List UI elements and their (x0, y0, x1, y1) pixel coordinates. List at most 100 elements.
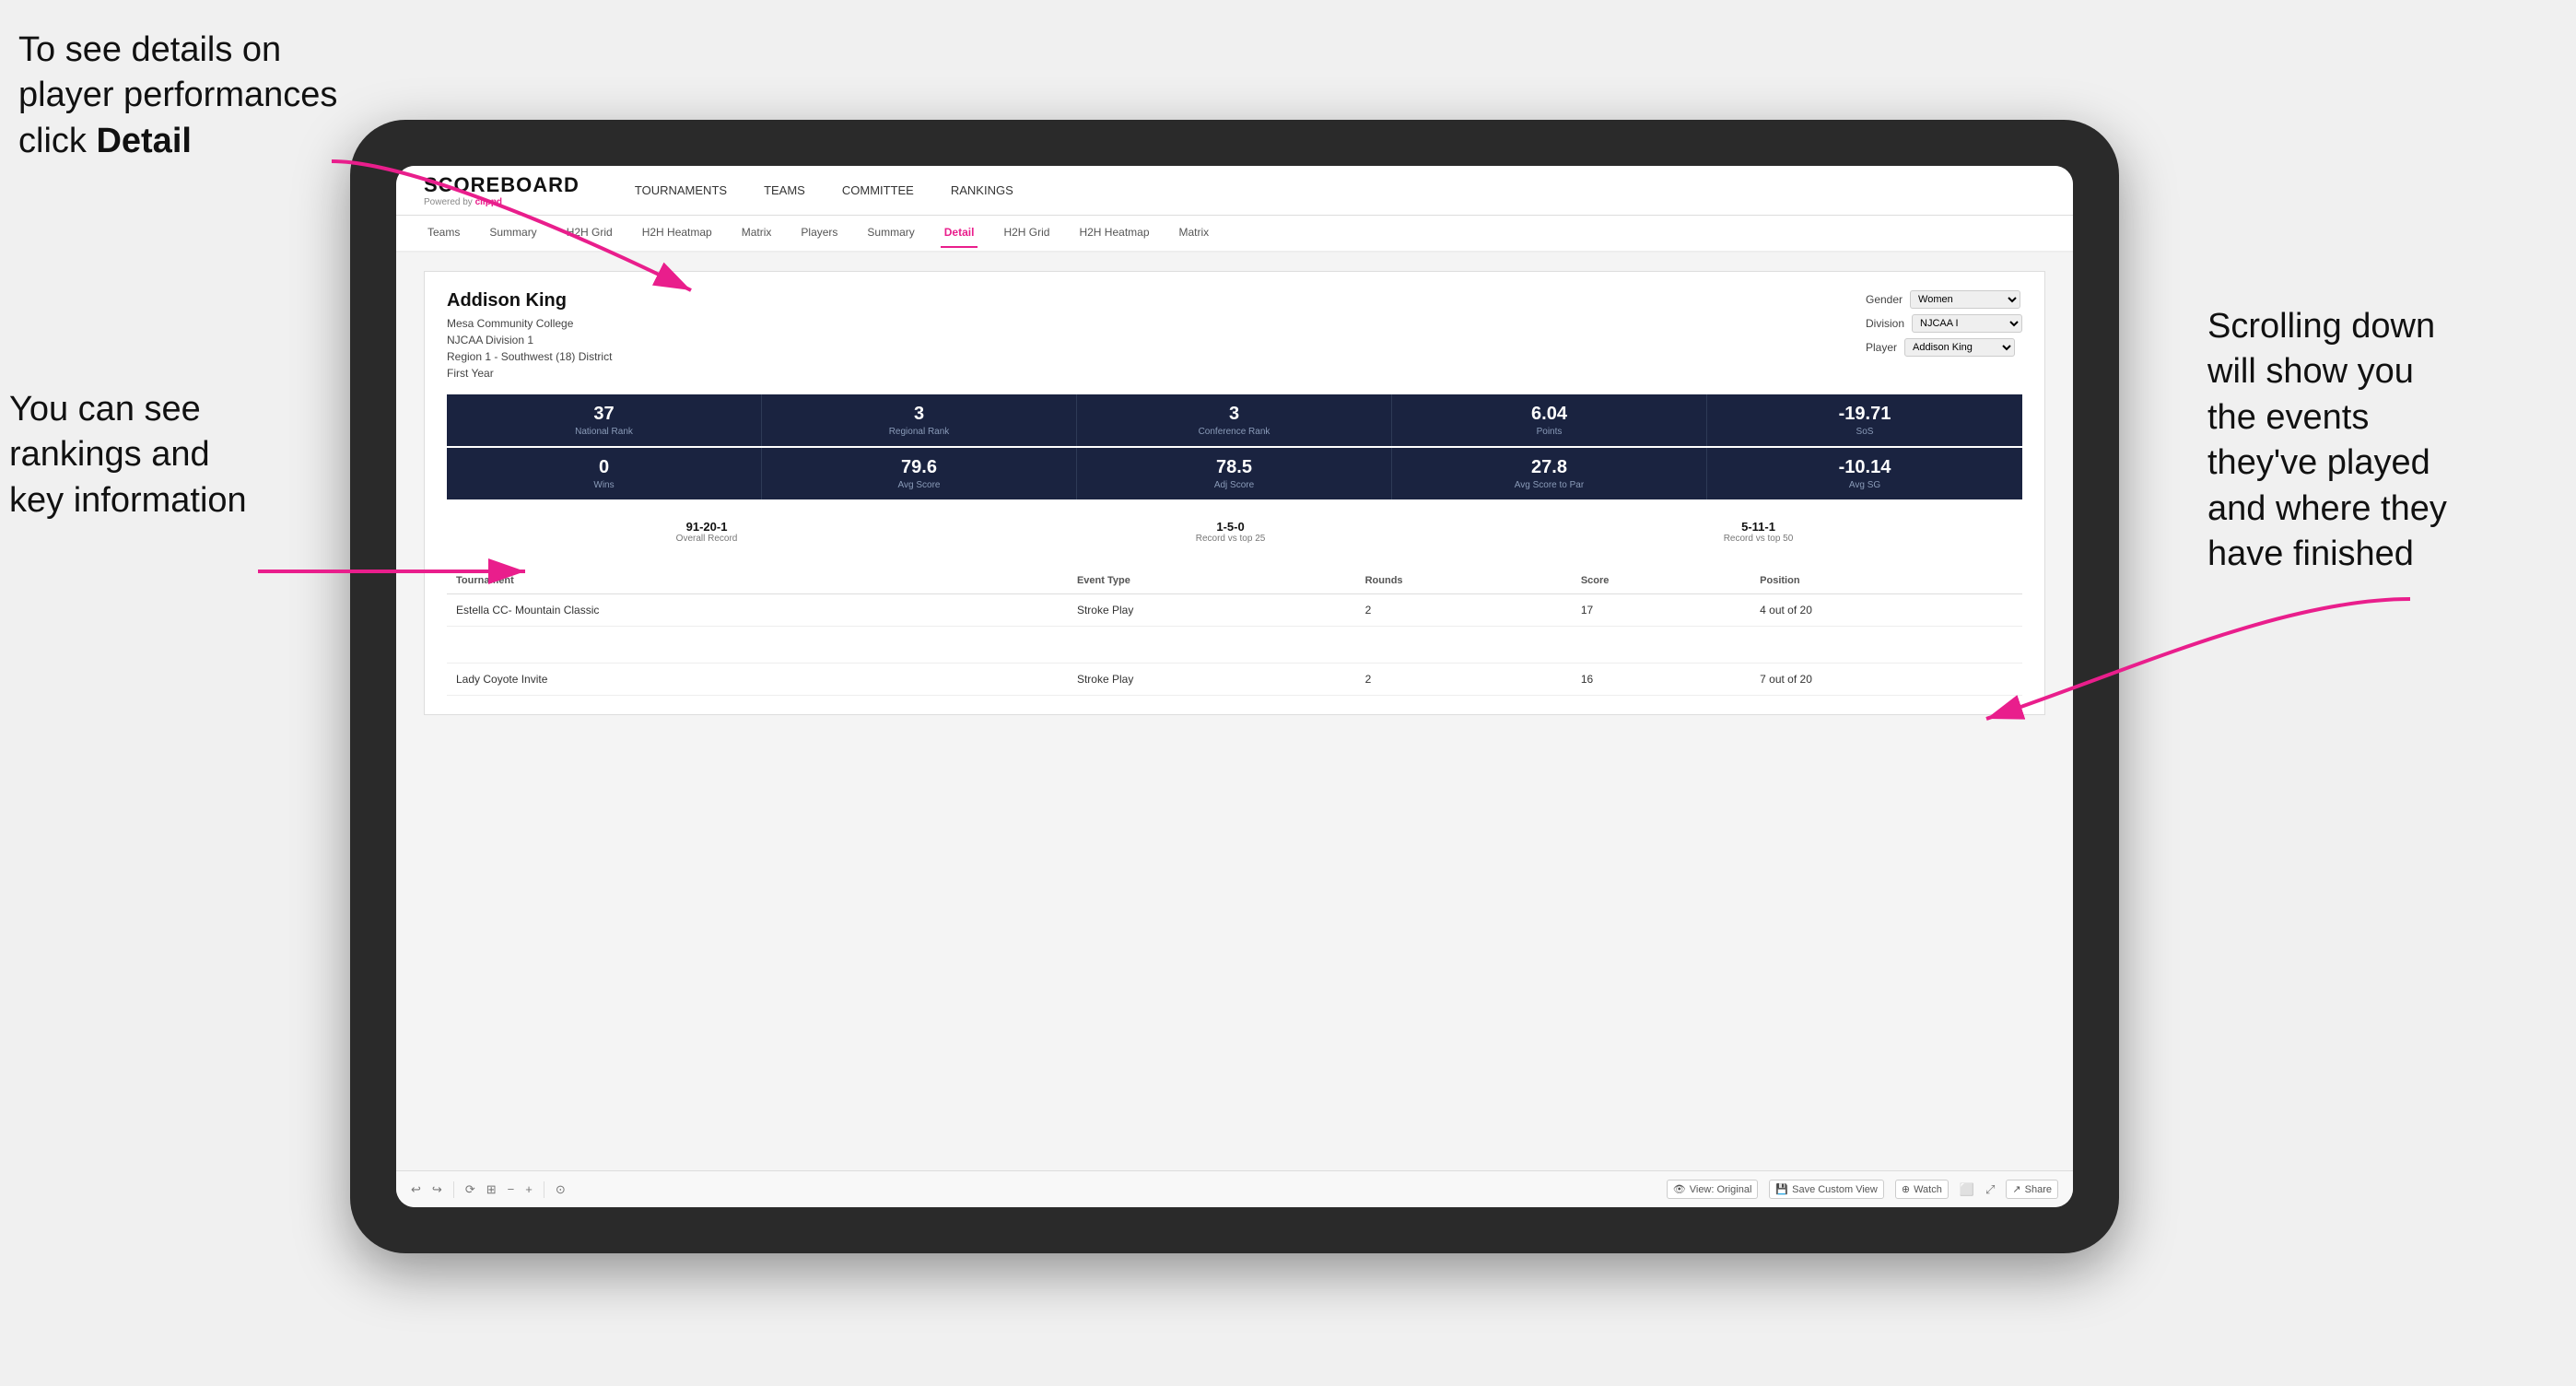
record-top50-value: 5-11-1 (1724, 520, 1794, 534)
stats-row1: 37 National Rank 3 Regional Rank 3 Confe… (447, 394, 2022, 446)
logo-scoreboard-text: SCOREBOARD (424, 173, 580, 197)
undo-icon[interactable]: ↩ (411, 1182, 421, 1197)
stat-avg-score-value: 79.6 (773, 457, 1065, 478)
stat-regional-rank-value: 3 (773, 404, 1065, 425)
division-select[interactable]: NJCAA I NJCAA II (1912, 314, 2022, 333)
stat-points: 6.04 Points (1392, 394, 1707, 446)
screen-icon[interactable]: ⬜ (1960, 1182, 1974, 1197)
eye-icon: 👁 (1673, 1183, 1686, 1195)
subnav-h2h-heatmap2[interactable]: H2H Heatmap (1075, 218, 1153, 248)
annotation-bottom-left-text: You can seerankings andkey information (9, 390, 247, 520)
annotation-top-left-text: To see details on player performances cl… (18, 30, 337, 160)
record-top50-label: Record vs top 50 (1724, 534, 1794, 544)
subnav-teams[interactable]: Teams (424, 218, 463, 248)
share-icon: ↗ (2012, 1183, 2020, 1195)
cell-position-3: 7 out of 20 (1751, 664, 2022, 696)
cell-rounds-3: 2 (1356, 664, 1572, 696)
stat-wins-value: 0 (458, 457, 750, 478)
stat-adj-score-value: 78.5 (1088, 457, 1380, 478)
annotation-right-text: Scrolling downwill show youthe eventsthe… (2207, 307, 2447, 573)
watch-button[interactable]: ⊕ Watch (1895, 1180, 1949, 1199)
plus-icon[interactable]: + (525, 1182, 533, 1196)
watch-icon: ⊕ (1902, 1183, 1910, 1195)
stat-national-rank-label: National Rank (458, 427, 750, 437)
subnav-h2h-grid[interactable]: H2H Grid (563, 218, 616, 248)
toolbar-separator (453, 1181, 454, 1198)
player-select[interactable]: Addison King (1904, 338, 2015, 357)
stat-points-value: 6.04 (1403, 404, 1695, 425)
stat-conference-rank-label: Conference Rank (1088, 427, 1380, 437)
annotation-right: Scrolling downwill show youthe eventsthe… (2207, 304, 2548, 577)
tournament-table: Tournament Event Type Rounds Score Posit… (447, 568, 2022, 696)
tablet-screen: SCOREBOARD Powered by clippd TOURNAMENTS… (396, 166, 2073, 1207)
table-row: Estella CC- Mountain Classic Stroke Play… (447, 594, 2022, 627)
stat-wins-label: Wins (458, 480, 750, 490)
stat-adj-score-label: Adj Score (1088, 480, 1380, 490)
subnav-h2h-grid2[interactable]: H2H Grid (1000, 218, 1053, 248)
record-overall-value: 91-20-1 (676, 520, 738, 534)
player-card: Addison King Mesa Community College NJCA… (424, 271, 2045, 715)
cell-tournament-3: Lady Coyote Invite (447, 664, 1068, 696)
annotation-detail-bold: Detail (96, 122, 191, 160)
col-event-type: Event Type (1068, 568, 1356, 594)
col-position: Position (1751, 568, 2022, 594)
record-top25-label: Record vs top 25 (1196, 534, 1266, 544)
subnav-matrix2[interactable]: Matrix (1176, 218, 1213, 248)
cell-rounds-1: 2 (1356, 594, 1572, 627)
subnav-players[interactable]: Players (797, 218, 841, 248)
subnav-summary2[interactable]: Summary (863, 218, 918, 248)
player-name: Addison King (447, 290, 612, 311)
annotation-top-left: To see details on player performances cl… (18, 28, 350, 164)
player-year: First Year (447, 365, 612, 382)
stat-avg-score-par-value: 27.8 (1403, 457, 1695, 478)
refresh-icon[interactable]: ⟳ (465, 1182, 475, 1197)
table-row: Lady Coyote Invite Stroke Play 2 16 7 ou… (447, 664, 2022, 696)
cell-event-type-1: Stroke Play (1068, 594, 1356, 627)
stat-avg-sg-value: -10.14 (1718, 457, 2011, 478)
stat-regional-rank-label: Regional Rank (773, 427, 1065, 437)
save-custom-view-button[interactable]: 💾 Save Custom View (1769, 1180, 1883, 1199)
grid-icon[interactable]: ⊞ (486, 1182, 497, 1197)
view-original-button[interactable]: 👁 View: Original (1667, 1180, 1759, 1199)
cell-score-3: 16 (1572, 664, 1751, 696)
stat-avg-sg: -10.14 Avg SG (1707, 448, 2022, 499)
nav-teams[interactable]: TEAMS (764, 180, 805, 201)
minus-icon[interactable]: − (508, 1182, 515, 1196)
stat-sos: -19.71 SoS (1707, 394, 2022, 446)
subnav-detail[interactable]: Detail (941, 218, 978, 248)
gender-select[interactable]: Women Men (1910, 290, 2020, 309)
nav-committee[interactable]: COMMITTEE (842, 180, 914, 201)
nav-tournaments[interactable]: TOURNAMENTS (635, 180, 727, 201)
logo-brand: clippd (475, 197, 502, 207)
redo-icon[interactable]: ↪ (432, 1182, 442, 1197)
empty-row (447, 627, 2022, 664)
tablet-device: SCOREBOARD Powered by clippd TOURNAMENTS… (350, 120, 2119, 1253)
cell-position-1: 4 out of 20 (1751, 594, 2022, 627)
share-button[interactable]: ↗ Share (2006, 1180, 2058, 1199)
stat-avg-sg-label: Avg SG (1718, 480, 2011, 490)
stat-avg-score-label: Avg Score (773, 480, 1065, 490)
stats-row2: 0 Wins 79.6 Avg Score 78.5 Adj Score 27.… (447, 448, 2022, 499)
table-row (447, 627, 2022, 664)
stat-national-rank: 37 National Rank (447, 394, 762, 446)
division-label: Division (1866, 317, 1904, 330)
annotation-bottom-left: You can seerankings andkey information (9, 387, 295, 523)
save-icon: 💾 (1775, 1183, 1788, 1195)
main-content: Addison King Mesa Community College NJCA… (396, 253, 2073, 1170)
logo-powered-text: Powered by clippd (424, 197, 580, 207)
share-label: Share (2025, 1184, 2052, 1195)
subnav-h2h-heatmap[interactable]: H2H Heatmap (638, 218, 716, 248)
fullscreen-icon[interactable]: ⤢ (1985, 1182, 1995, 1197)
stat-sos-value: -19.71 (1718, 404, 2011, 425)
player-filters: Gender Women Men Division NJCAA I NJCAA … (1866, 290, 2022, 382)
subnav-summary[interactable]: Summary (486, 218, 540, 248)
nav-rankings[interactable]: RANKINGS (951, 180, 1013, 201)
subnav-matrix[interactable]: Matrix (738, 218, 776, 248)
division-filter-row: Division NJCAA I NJCAA II (1866, 314, 2022, 333)
stat-avg-score-par: 27.8 Avg Score to Par (1392, 448, 1707, 499)
sub-navigation: Teams Summary H2H Grid H2H Heatmap Matri… (396, 216, 2073, 253)
stat-sos-label: SoS (1718, 427, 2011, 437)
cell-event-type-3: Stroke Play (1068, 664, 1356, 696)
stat-conference-rank: 3 Conference Rank (1077, 394, 1392, 446)
clock-icon[interactable]: ⊙ (556, 1182, 566, 1197)
